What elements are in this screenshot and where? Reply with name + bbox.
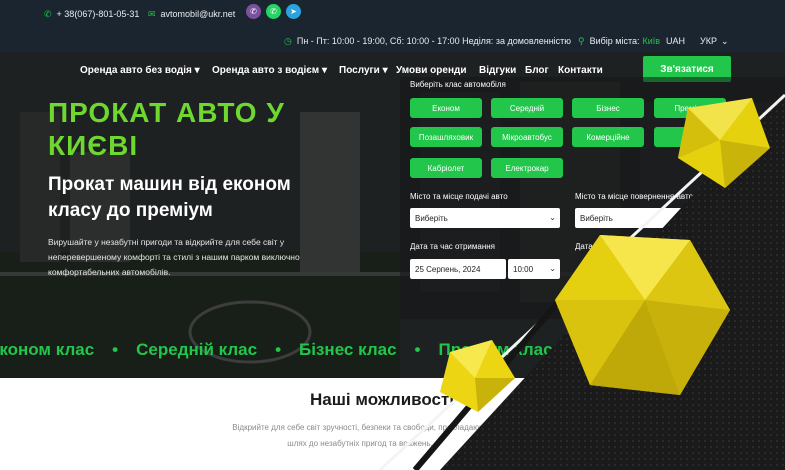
chevron-down-icon: ⌄ [549, 213, 556, 222]
hero-subtitle-line2: класу до преміум [48, 200, 213, 221]
nav-rent-with-driver[interactable]: Оренда авто з водієм ▾ [212, 65, 327, 76]
chevron-down-icon: ⌄ [549, 264, 556, 273]
telegram-icon[interactable]: ➤ [286, 4, 301, 19]
date-label: Дата та час отримання [410, 242, 495, 251]
nav-label: Блог [525, 65, 549, 76]
class-hidden-button[interactable] [654, 127, 726, 147]
language-value: УКР [700, 36, 717, 46]
ticker-item: Бізнес клас [299, 340, 397, 359]
booking-form: Виберіть клас автомобіля Економ Середній… [400, 77, 785, 319]
class-economy-button[interactable]: Економ [410, 98, 482, 118]
top-bar: ✆ + 38(067)-801-05-31 ✉ avtomobil@ukr.ne… [0, 0, 785, 52]
nav-rental-terms[interactable]: Умови оренди [396, 65, 466, 76]
nav-label: Контакти [558, 65, 603, 76]
hero-title-line1: ПРОКАТ АВТО У [48, 97, 285, 128]
nav-label: Оренда авто з водієм [212, 65, 320, 76]
pickup-date-value: 25 Серпень, 2024 [415, 264, 481, 274]
hours-text: Пн - Пт: 10:00 - 19:00, Сб: 10:00 - 17:0… [296, 36, 572, 46]
location-icon: ⚲ [578, 35, 585, 46]
class-business-button[interactable]: Бізнес [572, 98, 644, 118]
email-link[interactable]: ✉ avtomobil@ukr.net [148, 7, 235, 21]
return-select[interactable]: Виберіть ⌄ [575, 208, 725, 228]
return-date-label: Дата [575, 242, 593, 251]
whatsapp-icon[interactable]: ✆ [266, 4, 281, 19]
pickup-label: Місто та місце подачі авто [410, 192, 508, 201]
phone-link[interactable]: ✆ + 38(067)-801-05-31 [44, 7, 139, 21]
chevron-down-icon: ▾ [319, 65, 328, 76]
class-medium-button[interactable]: Середній [491, 98, 563, 118]
class-ticker: Економ клас • Середній клас • Бізнес кла… [0, 335, 553, 365]
city-value: Київ [642, 36, 661, 46]
hero-title: ПРОКАТ АВТО У КИЄВІ [48, 96, 285, 162]
chevron-down-icon: ▾ [379, 65, 388, 76]
chevron-down-icon: ⌄ [714, 213, 721, 222]
hero-description: Вирушайте у незабутні пригоди та відкрий… [48, 237, 300, 277]
working-hours: ◷ Пн - Пт: 10:00 - 19:00, Сб: 10:00 - 17… [284, 34, 571, 48]
nav-label: Послуги [339, 65, 380, 76]
pickup-select[interactable]: Виберіть ⌄ [410, 208, 560, 228]
class-premium-button[interactable]: Преміум [654, 98, 726, 118]
return-label: Місто та місце повернення авто [575, 192, 694, 201]
clock-icon: ◷ [284, 35, 292, 46]
section-description: Відкрийте для себе світ зручності, безпе… [232, 423, 488, 448]
mail-icon: ✉ [148, 8, 156, 19]
class-commercial-button[interactable]: Комерційне [572, 127, 644, 147]
features-section: Наші можливості Відкрийте для себе світ … [0, 378, 785, 470]
chevron-down-icon: ▾ [191, 65, 200, 76]
bullet-icon: • [275, 340, 282, 359]
nav-label: Оренда авто без водія [80, 65, 192, 76]
city-selector[interactable]: ⚲ Вибір міста: Київ [578, 34, 660, 48]
hero-title-line2: КИЄВІ [48, 130, 139, 161]
class-minibus-button[interactable]: Мікроавтобус [491, 127, 563, 147]
pickup-time-select[interactable]: 10:00 ⌄ [508, 259, 560, 279]
nav-rent-without-driver[interactable]: Оренда авто без водія ▾ [80, 65, 200, 76]
bullet-icon: • [414, 340, 421, 359]
hero-section: Оренда авто без водія ▾ Оренда авто з во… [0, 52, 785, 378]
return-value: Виберіть [580, 213, 613, 223]
nav-label: Відгуки [479, 65, 517, 76]
nav-blog[interactable]: Блог [525, 65, 549, 76]
ticker-item: Середній клас [136, 340, 258, 359]
ticker-item: Преміум клас [438, 340, 553, 359]
city-label: Вибір міста: [589, 36, 640, 46]
class-suv-button[interactable]: Позашляховик [410, 127, 482, 147]
chevron-down-icon: ⌄ [720, 35, 729, 46]
phone-icon: ✆ [44, 8, 52, 19]
ticker-item: Економ клас [0, 340, 95, 359]
phone-text: + 38(067)-801-05-31 [56, 9, 140, 19]
bullet-icon: • [112, 340, 119, 359]
class-label: Виберіть клас автомобіля [410, 80, 506, 89]
pickup-time-value: 10:00 [513, 264, 534, 274]
section-title: Наші можливості [310, 390, 455, 409]
pickup-value: Виберіть [415, 213, 448, 223]
class-electric-button[interactable]: Електрокар [491, 158, 563, 178]
pickup-date-input[interactable]: 25 Серпень, 2024 [410, 259, 506, 279]
hero-subtitle-line1: Прокат машин від економ [48, 174, 291, 195]
nav-label: Умови оренди [396, 65, 467, 76]
nav-reviews[interactable]: Відгуки [479, 65, 516, 76]
email-text: avtomobil@ukr.net [160, 9, 236, 19]
currency-value: UAH [666, 36, 686, 46]
hero-subtitle: Прокат машин від економ класу до преміум [48, 172, 291, 224]
language-selector[interactable]: УКР ⌄ [700, 34, 729, 48]
viber-icon[interactable]: ✆ [246, 4, 261, 19]
nav-contacts[interactable]: Контакти [558, 65, 603, 76]
nav-services[interactable]: Послуги ▾ [339, 65, 388, 76]
currency-selector[interactable]: UAH [666, 34, 685, 48]
class-cabriolet-button[interactable]: Кабріолет [410, 158, 482, 178]
